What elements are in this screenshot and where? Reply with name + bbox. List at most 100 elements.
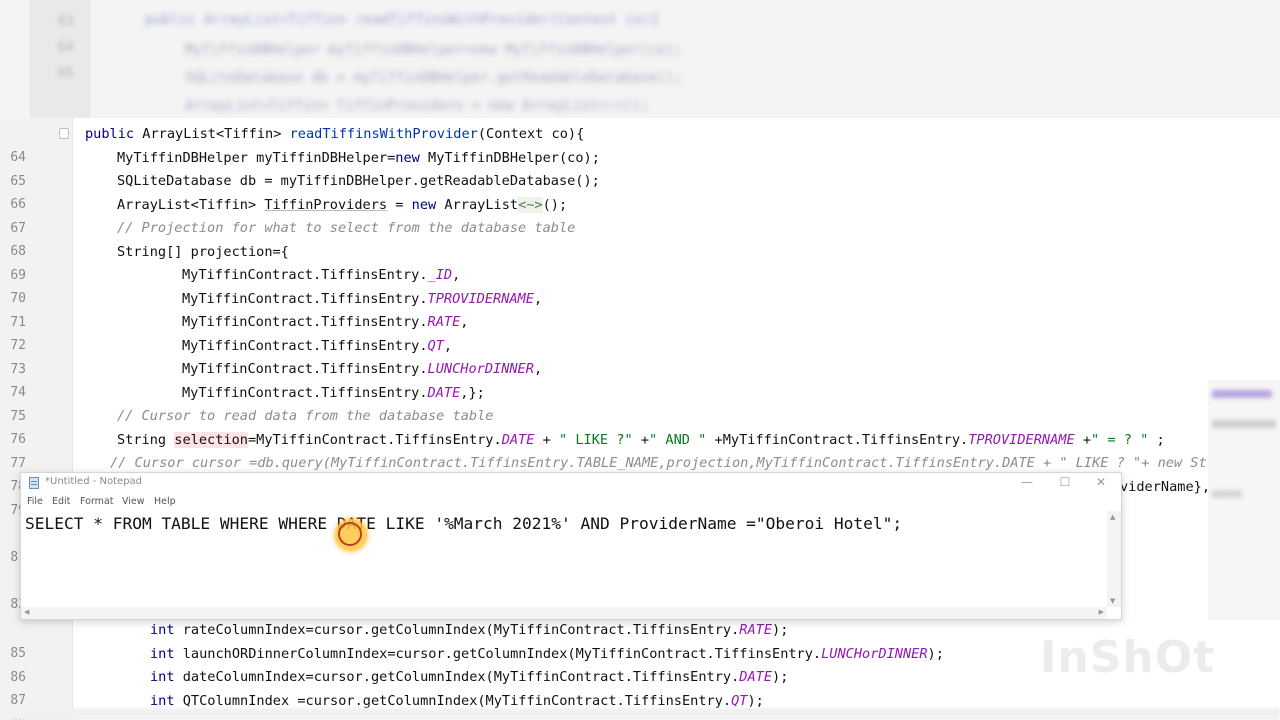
notepad-window[interactable]: *Untitled - Notepad — ☐ ✕ File Edit Form… [20, 472, 1122, 620]
constant-field: LUNCHorDINNER [427, 361, 534, 377]
scroll-left-arrow-icon[interactable]: ◀ [24, 608, 29, 616]
code-text: SQLiteDatabase db = myTiffinDBHelper.get… [117, 173, 600, 189]
code-text: =MyTiffinContract.TiffinsEntry. [247, 431, 502, 448]
code-line-75[interactable]: 75 MyTiffinContract.TiffinsEntry.DATE,}; [0, 382, 1208, 424]
blurred-bottom-strip [0, 708, 1280, 720]
code-line-87[interactable]: 87 int dateColumnIndex=cursor.getColumnI… [0, 666, 1208, 708]
code-text: MyTiffinContract.TiffinsEntry. [182, 384, 428, 401]
constant-field: TPROVIDERNAME [427, 290, 534, 307]
constant-field: QT [427, 337, 444, 354]
folded-generic[interactable]: <~> [518, 196, 543, 213]
code-editor[interactable]: 64 public ArrayList<Tiffin> readTiffinsW… [0, 118, 1208, 720]
code-text: ArrayList<Tiffin> [117, 196, 265, 213]
constant-field: DATE [427, 384, 461, 401]
constant-field: TPROVIDERNAME [968, 431, 1075, 448]
maximize-button[interactable]: ☐ [1047, 473, 1083, 493]
code-line-76[interactable]: 76 // Cursor to read data from the datab… [0, 405, 1208, 447]
side-panel-blurred [1208, 380, 1280, 620]
code-line-70[interactable]: 70 MyTiffinContract.TiffinsEntry._ID, [0, 264, 1208, 306]
code-comment: // Projection for what to select from th… [117, 220, 576, 236]
keyword: public [85, 126, 135, 142]
code-line-77[interactable]: 77 String selection=MyTiffinContract.Tif… [0, 429, 1208, 471]
code-text: ; [1148, 431, 1165, 448]
code-line-72[interactable]: 72 MyTiffinContract.TiffinsEntry.RATE, [0, 311, 1208, 353]
code-text: QTColumnIndex =cursor.getColumnIndex(MyT… [174, 692, 732, 709]
code-text: MyTiffinContract.TiffinsEntry. [182, 337, 428, 354]
code-text: MyTiffinDBHelper(co); [419, 149, 600, 166]
blurred-text [1212, 420, 1276, 428]
code-line-66[interactable]: 66 SQLiteDatabase db = myTiffinDBHelper.… [0, 170, 1208, 212]
background-code-line: public ArrayList<Tiffin> readTiffinsWith… [145, 12, 660, 28]
code-text: (); [542, 196, 568, 213]
code-line-85[interactable]: 85 int rateColumnIndex=cursor.getColumnI… [0, 619, 1208, 661]
code-text: ArrayList<Tiffin> [134, 126, 290, 142]
scroll-up-arrow-icon[interactable]: ▲ [1110, 513, 1115, 521]
code-text: ArrayList [436, 196, 519, 213]
code-text: rateColumnIndex=cursor.getColumnIndex(My… [174, 622, 740, 638]
code-line-73[interactable]: 73 MyTiffinContract.TiffinsEntry.QT, [0, 335, 1208, 377]
code-text: , [460, 314, 469, 330]
keyword: int [150, 669, 175, 685]
horizontal-scrollbar[interactable]: ◀ ▶ [21, 607, 1107, 619]
close-button[interactable]: ✕ [1083, 473, 1119, 493]
code-line-67[interactable]: 67 ArrayList<Tiffin> TiffinProviders = n… [0, 194, 1208, 236]
code-text: + [1074, 431, 1092, 448]
scroll-right-arrow-icon[interactable]: ▶ [1099, 608, 1104, 616]
minimize-button[interactable]: — [1009, 473, 1045, 493]
code-text: String[] projection={ [117, 243, 289, 260]
background-line-number: 65 [58, 66, 74, 81]
code-line-64[interactable]: 64 public ArrayList<Tiffin> readTiffinsW… [0, 123, 1208, 165]
code-line-69[interactable]: 69 String[] projection={ [0, 241, 1208, 283]
code-text: ); [772, 622, 789, 638]
constant-field: RATE [427, 314, 461, 330]
background-line-number: 63 [58, 14, 74, 29]
code-line-65[interactable]: 65 MyTiffinDBHelper myTiffinDBHelper=new… [0, 147, 1208, 189]
vertical-scrollbar[interactable]: ▲ ▼ [1107, 511, 1121, 607]
code-text: ); [772, 669, 789, 685]
keyword: new [411, 196, 437, 213]
menu-file[interactable]: File [27, 496, 43, 507]
highlighted-variable: selection [174, 431, 248, 448]
code-text: , [443, 337, 453, 354]
notepad-app-icon [29, 477, 39, 489]
notepad-title-bar[interactable]: *Untitled - Notepad — ☐ ✕ [21, 473, 1121, 493]
code-text: dateColumnIndex=cursor.getColumnIndex(My… [174, 669, 740, 685]
menu-format[interactable]: Format [80, 496, 113, 507]
scroll-down-arrow-icon[interactable]: ▼ [1110, 597, 1115, 605]
background-code-line: MyTiffinDBHelper myTiffinDBHelper=new My… [185, 42, 683, 58]
code-comment: // Cursor to read data from the database… [117, 408, 494, 424]
code-text: ); [927, 645, 944, 662]
menu-bar: File Edit Format View Help [21, 494, 1121, 511]
code-line-86[interactable]: 86 int launchORDinnerColumnIndex=cursor.… [0, 643, 1208, 685]
keyword: int [150, 622, 175, 638]
code-text: ); [747, 692, 764, 709]
code-line-68[interactable]: 68 // Projection for what to select from… [0, 217, 1208, 259]
menu-edit[interactable]: Edit [52, 496, 70, 507]
code-text: = [387, 196, 412, 213]
method-name: readTiffinsWithProvider [289, 126, 478, 142]
code-line-71[interactable]: 71 MyTiffinContract.TiffinsEntry.TPROVID… [0, 288, 1208, 330]
string-literal: " = ? " [1091, 431, 1149, 448]
blurred-text [1212, 490, 1242, 498]
menu-help[interactable]: Help [154, 496, 176, 507]
code-text: + [632, 431, 650, 448]
code-text: , [533, 290, 543, 307]
code-text: +MyTiffinContract.TiffinsEntry. [706, 431, 969, 448]
constant-field: DATE [739, 669, 773, 685]
constant-field: _ID [427, 267, 453, 283]
menu-view[interactable]: View [122, 496, 145, 507]
code-line-74[interactable]: 74 MyTiffinContract.TiffinsEntry.LUNCHor… [0, 358, 1208, 400]
notepad-text-area[interactable]: SELECT * FROM TABLE WHERE WHERE DATE LIK… [25, 513, 1105, 607]
code-text: , [533, 361, 543, 377]
window-title: *Untitled - Notepad [45, 476, 143, 487]
unused-variable: TiffinProviders [264, 196, 388, 213]
code-text: MyTiffinContract.TiffinsEntry. [182, 290, 428, 307]
constant-field: QT [731, 692, 748, 709]
constant-field: DATE [501, 431, 535, 448]
background-editor-blurred: 63 64 65 public ArrayList<Tiffin> readTi… [0, 0, 1280, 118]
code-text: MyTiffinContract.TiffinsEntry. [182, 267, 428, 283]
code-text: , [452, 267, 461, 283]
code-text: launchORDinnerColumnIndex=cursor.getColu… [174, 645, 822, 662]
code-text: ,}; [460, 384, 485, 401]
inshot-watermark: InShOt [1040, 632, 1216, 683]
